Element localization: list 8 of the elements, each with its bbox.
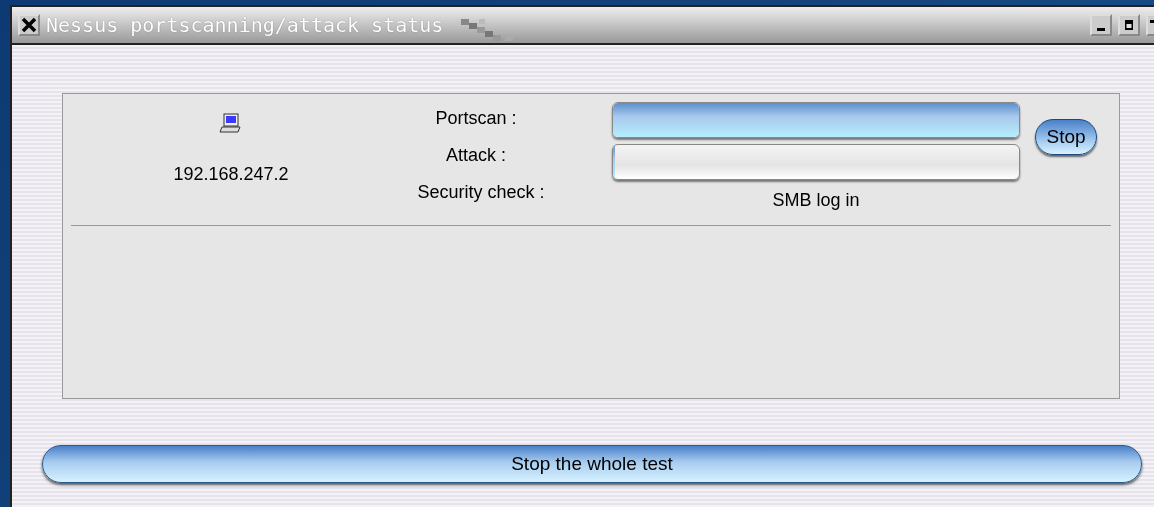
- status-label: Security check :: [417, 181, 545, 204]
- stop-whole-test-button[interactable]: Stop the whole test: [42, 445, 1142, 483]
- status-label: Portscan :: [435, 107, 517, 130]
- status-label: Attack :: [446, 144, 506, 167]
- stop-button[interactable]: Stop: [1035, 119, 1097, 155]
- security-check-name: SMB log in: [772, 190, 860, 211]
- window-title: Nessus portscanning/attack status: [46, 13, 444, 37]
- host-address: 192.168.247.2: [173, 164, 289, 185]
